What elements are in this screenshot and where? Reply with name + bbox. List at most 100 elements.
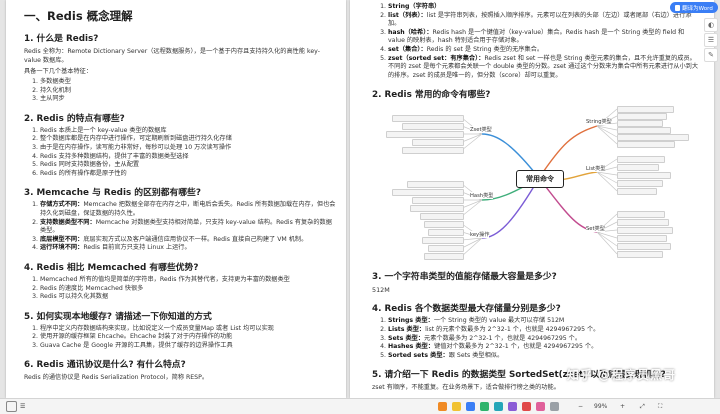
term: Hashes 类型：: [388, 343, 435, 351]
zoom-level: 99%: [594, 403, 608, 410]
app-logo-icon: [452, 402, 461, 411]
definition: 键值对个数最多为 2^32-1 个，也就是 4294967295 个。: [434, 343, 598, 351]
document-page-left: 一、Redis 概念理解 1. 什么是 Redis? Redis 全称为：Rem…: [6, 0, 346, 398]
list-item: 支持数据类型不同：Memcache 对数据类型支持相对简单，只支持 key-va…: [40, 219, 336, 236]
question-title-6: 6. Redis 通讯协议是什么? 有什么特点?: [24, 360, 186, 371]
answer-text: 512M: [372, 286, 390, 295]
page-nav-icon[interactable]: [6, 401, 17, 412]
term: set（集合）：: [388, 45, 427, 53]
list-item: 程序中定义内存数据结构来实现，比如说定义一个成员变量Map 或者 List 均可…: [40, 325, 336, 334]
paragraph: zset 有顺序，不能重复。在业务场景下，适合做排行榜之类的功能。: [372, 384, 560, 392]
type-list: String（字符串） list（列表）：list 是字符串列表，按照插入顺序排…: [372, 3, 702, 80]
app-icon-orange[interactable]: [438, 401, 447, 412]
mindmap-node: [617, 156, 665, 164]
list-item: 主从同步: [40, 95, 336, 104]
mindmap-node: [617, 235, 667, 243]
mindmap-node: [422, 237, 464, 245]
list-item: Redis 同时支持数据备份，主从配置: [40, 161, 336, 170]
mindmap-node: [617, 251, 663, 259]
definition: 底层实现方式以及客户端通信应用协议不一样。Redis 直接自己构建了 VM 机制…: [83, 235, 308, 243]
zhihu-watermark: 知乎 @程序员黑哥: [566, 368, 676, 382]
term: hash（哈希）：: [388, 28, 433, 36]
fit-page-icon[interactable]: ⤢: [640, 401, 645, 412]
definition: Redis hash 是一个键值对（key-value）集合。Redis has…: [388, 28, 685, 45]
list-item: Lists 类型：list 的元素个数最多为 2^32-1 个，也就是 4294…: [388, 326, 702, 335]
term: 存储方式不同：: [40, 201, 84, 209]
question-title-4: 4. Redis 相比 Memcached 有哪些优势?: [24, 262, 199, 273]
term: Strings 类型：: [388, 317, 434, 325]
mindmap-branch: key操作: [470, 231, 490, 239]
mindmap-node: [617, 219, 669, 227]
app-logo-icon: [550, 402, 559, 411]
zoom-in-button[interactable]: +: [620, 401, 625, 412]
app-logo-icon: [466, 402, 475, 411]
mindmap-node: [402, 147, 464, 155]
mindmap-node: [617, 180, 663, 188]
question-title-2: 2. Redis 常用的命令有哪些?: [372, 90, 491, 101]
list: 多数据类型 持久化机制 主从同步: [24, 78, 336, 104]
mindmap-node: [420, 213, 464, 221]
list-item: list（列表）：list 是字符串列表，按照插入顺序排序。元素可以在列表的头部…: [388, 12, 702, 29]
paragraph: Redis 全称为：Remote Dictionary Server（远程数据服…: [24, 48, 320, 64]
app-logo-icon: [536, 402, 545, 411]
section-heading: 一、Redis 概念理解: [24, 9, 133, 23]
app-icon-blue[interactable]: [466, 401, 475, 412]
definition: list 是字符串列表，按照插入顺序排序。元素可以在列表的头部（左边）或者尾部（…: [388, 11, 692, 28]
question-title-4: 4. Redis 各个数据类型最大存储量分别是多少?: [372, 304, 561, 315]
comment-icon[interactable]: ✎: [704, 48, 718, 62]
translate-to-word-button[interactable]: 翻译为Word: [670, 2, 718, 13]
list-item: Guava Cache 是 Google 开源的工具集，提供了缓存的边界操作工具: [40, 342, 336, 351]
list-item: 存储方式不同：Memcache 把数据全部存在内存之中，断电后会丢失。Redis…: [40, 201, 336, 218]
mindmap-node: [617, 243, 671, 251]
mindmap-node: [407, 181, 464, 189]
definition: 元素个数最多为 2^32-1 个，也就是 4294967295 个。: [424, 334, 582, 342]
term: Sorted sets 类型：: [388, 351, 449, 359]
list-item: Redis 支持多种数据结构，提供了丰富的数据类型选择: [40, 153, 336, 162]
definition: list 的元素个数最多为 2^32-1 个，也就是 4294967295 个。: [425, 325, 600, 333]
app-icon-yellow[interactable]: [452, 401, 461, 412]
app-icon-green[interactable]: [480, 401, 489, 412]
app-logo-icon: [522, 402, 531, 411]
mindmap-node: [392, 189, 464, 197]
toc-icon[interactable]: ☰: [704, 33, 718, 47]
list-item: Redis 可以持久化其数据: [40, 293, 336, 302]
list-item: 使用开源的缓存框架 Ehcache。Ehcache 封装了对于内存操作的功能: [40, 333, 336, 342]
menu-icon[interactable]: ☰: [20, 401, 25, 412]
mindmap-center: 常用命令: [516, 170, 564, 189]
term: list（列表）：: [388, 11, 427, 19]
dark-mode-icon[interactable]: ◐: [704, 18, 718, 32]
app-icon-teal[interactable]: [494, 401, 503, 412]
mindmap-branch: Set类型: [586, 225, 605, 233]
list: 存储方式不同：Memcache 把数据全部存在内存之中，断电后会丢失。Redis…: [24, 201, 336, 253]
app-icon-pink[interactable]: [536, 401, 545, 412]
app-logo-icon: [438, 402, 447, 411]
definition: 跟 Sets 类型相似。: [448, 351, 504, 359]
term: 支持数据类型不同：: [40, 218, 96, 226]
fullscreen-icon[interactable]: ⛶: [658, 401, 662, 412]
list-item: Sets 类型：元素个数最多为 2^32-1 个，也就是 4294967295 …: [388, 335, 702, 344]
mindmap-branch: List类型: [586, 165, 606, 173]
definition: Memcache 把数据全部存在内存之中，断电后会丢失。Redis 所有数据加载…: [40, 201, 336, 217]
mindmap-node: [412, 197, 464, 205]
list-item: 多数据类型: [40, 78, 336, 87]
mindmap-node: [617, 211, 665, 219]
list: Memcached 所有的值均是简单的字符串，Redis 作为其替代者，支持更为…: [24, 276, 336, 302]
list-item: Redis 的所有操作都是原子性的: [40, 170, 336, 179]
mindmap-node: [428, 229, 464, 237]
zoom-out-button[interactable]: −: [578, 401, 583, 412]
list-item: zset（sorted set：有序集合）：Redis zset 和 set 一…: [388, 55, 702, 81]
mindmap-node: [392, 115, 464, 123]
term: zset（sorted set：有序集合）：: [388, 54, 485, 62]
app-icon-red[interactable]: [522, 401, 531, 412]
mindmap-node: [428, 245, 464, 253]
list-item: String（字符串）: [388, 3, 702, 12]
document-icon: [675, 4, 681, 11]
app-icon-gray[interactable]: [550, 401, 559, 412]
mindmap-branch: String类型: [586, 118, 612, 126]
mindmap-node: [617, 172, 671, 180]
paragraph: 具备一下几个基本特征：: [24, 68, 93, 75]
list-item: Strings 类型：一个 String 类型的 value 最大可以存储 51…: [388, 317, 702, 326]
app-icon-purple[interactable]: [508, 401, 517, 412]
question-title-2: 2. Redis 的特点有哪些?: [24, 113, 125, 124]
mindmap-node: [617, 134, 689, 142]
